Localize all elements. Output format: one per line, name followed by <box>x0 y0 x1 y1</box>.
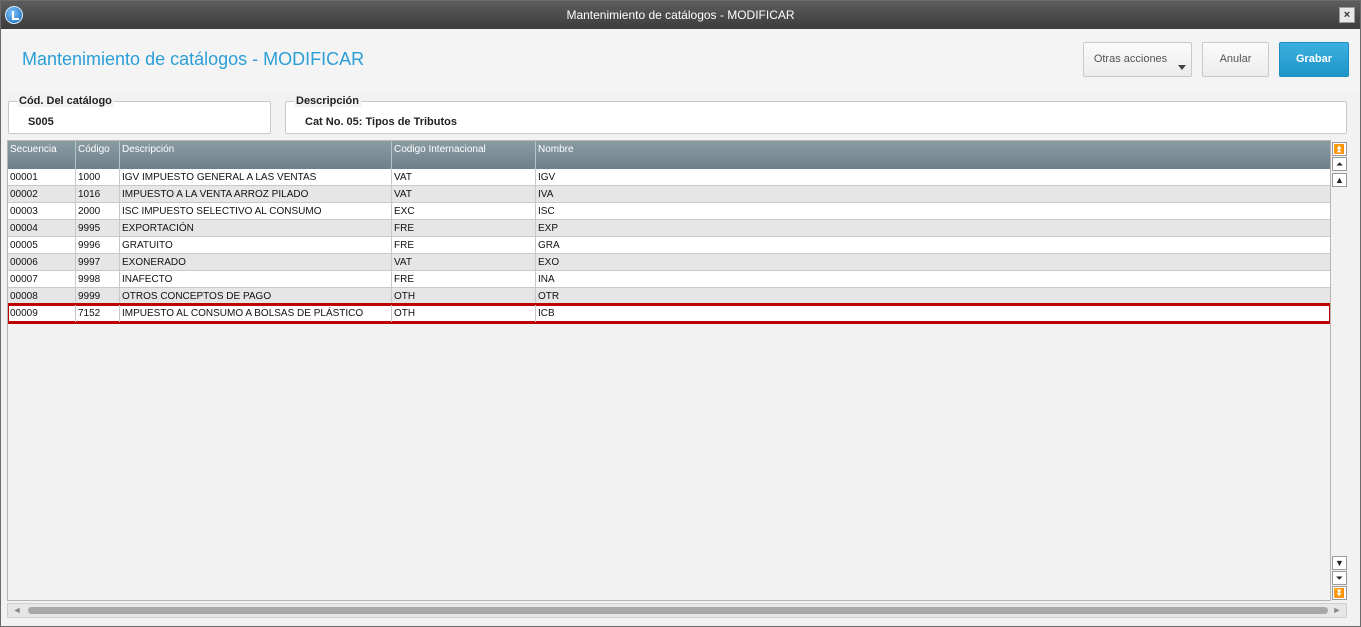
cell-descripcion[interactable]: OTROS CONCEPTOS DE PAGO <box>120 288 392 305</box>
cell-secuencia[interactable]: 00005 <box>8 237 76 254</box>
cell-descripcion[interactable]: EXONERADO <box>120 254 392 271</box>
column-header-codigo-internacional[interactable]: Codigo Internacional <box>392 141 536 169</box>
cell-secuencia[interactable]: 00006 <box>8 254 76 271</box>
cell-codigo-internacional[interactable]: FRE <box>392 271 536 288</box>
cell-codigo[interactable]: 9995 <box>76 220 120 237</box>
scroll-left-icon[interactable]: ◄ <box>10 604 24 617</box>
cell-secuencia[interactable]: 00004 <box>8 220 76 237</box>
cell-nombre[interactable]: IGV <box>536 169 1330 186</box>
cell-secuencia[interactable]: 00003 <box>8 203 76 220</box>
cell-secuencia[interactable]: 00009 <box>8 305 76 322</box>
catalog-code-field[interactable]: Cód. Del catálogo S005 <box>8 95 271 134</box>
cell-nombre[interactable]: EXO <box>536 254 1330 271</box>
close-window-button[interactable]: × <box>1339 7 1355 23</box>
page-header: Mantenimiento de catálogos - MODIFICAR O… <box>2 29 1359 91</box>
cell-descripcion[interactable]: GRATUITO <box>120 237 392 254</box>
cell-nombre[interactable]: INA <box>536 271 1330 288</box>
cell-secuencia[interactable]: 00007 <box>8 271 76 288</box>
title-bar: Mantenimiento de catálogos - MODIFICAR × <box>1 1 1360 29</box>
table-row[interactable]: 00007 9998 INAFECTO FRE INA <box>8 271 1330 288</box>
cell-descripcion[interactable]: IGV IMPUESTO GENERAL A LAS VENTAS <box>120 169 392 186</box>
cell-secuencia[interactable]: 00002 <box>8 186 76 203</box>
cell-descripcion[interactable]: IMPUESTO AL CONSUMO A BOLSAS DE PLÁSTICO <box>120 305 392 322</box>
cell-codigo[interactable]: 9998 <box>76 271 120 288</box>
cell-codigo-internacional[interactable]: VAT <box>392 169 536 186</box>
catalog-code-label: Cód. Del catálogo <box>17 95 114 107</box>
cell-codigo-internacional[interactable]: FRE <box>392 220 536 237</box>
page-title: Mantenimiento de catálogos - MODIFICAR <box>22 49 365 69</box>
table-row[interactable]: 00001 1000 IGV IMPUESTO GENERAL A LAS VENT… <box>8 169 1330 186</box>
cell-codigo-internacional[interactable]: VAT <box>392 254 536 271</box>
other-actions-button[interactable]: Otras acciones <box>1083 42 1192 77</box>
cell-nombre[interactable]: OTR <box>536 288 1330 305</box>
catalog-description-label: Descripción <box>294 95 361 107</box>
cell-nombre[interactable]: IVA <box>536 186 1330 203</box>
cell-nombre[interactable]: EXP <box>536 220 1330 237</box>
cell-codigo[interactable]: 2000 <box>76 203 120 220</box>
other-actions-label: Otras acciones <box>1093 53 1168 65</box>
scroll-bottom-icon[interactable]: ⏬ <box>1332 586 1347 600</box>
scroll-page-up-icon[interactable]: ⏶ <box>1332 157 1347 171</box>
cell-nombre[interactable]: ISC <box>536 203 1330 220</box>
vertical-scrollbar[interactable]: ⏫ ⏶ ▲ ▼ ⏷ ⏬ <box>1332 140 1347 601</box>
cell-secuencia[interactable]: 00001 <box>8 169 76 186</box>
cell-secuencia[interactable]: 00008 <box>8 288 76 305</box>
cell-codigo[interactable]: 1016 <box>76 186 120 203</box>
scroll-down-icon[interactable]: ▼ <box>1332 556 1347 570</box>
catalog-items-grid: Secuencia Código Descripción Codigo Inte… <box>7 140 1331 601</box>
cell-descripcion[interactable]: INAFECTO <box>120 271 392 288</box>
horizontal-scrollbar[interactable]: ◄ ► <box>7 603 1347 618</box>
table-row[interactable]: 00008 9999 OTROS CONCEPTOS DE PAGO OTH OTR <box>8 288 1330 305</box>
scroll-page-down-icon[interactable]: ⏷ <box>1332 571 1347 585</box>
table-row[interactable]: 00006 9997 EXONERADO VAT EXO <box>8 254 1330 271</box>
cell-descripcion[interactable]: ISC IMPUESTO SELECTIVO AL CONSUMO <box>120 203 392 220</box>
cell-codigo-internacional[interactable]: EXC <box>392 203 536 220</box>
cell-codigo[interactable]: 9999 <box>76 288 120 305</box>
catalog-description-value: Cat No. 05: Tipos de Tributos <box>305 116 457 128</box>
catalog-code-value: S005 <box>28 116 54 128</box>
cell-codigo-internacional[interactable]: OTH <box>392 288 536 305</box>
chevron-down-icon <box>1178 65 1186 70</box>
table-row[interactable]: 00004 9995 EXPORTACIÓN FRE EXP <box>8 220 1330 237</box>
catalog-window: Mantenimiento de catálogos - MODIFICAR ×… <box>0 0 1361 627</box>
table-row[interactable]: 00002 1016 IMPUESTO A LA VENTA ARROZ PILAD… <box>8 186 1330 203</box>
cell-nombre[interactable]: ICB <box>536 305 1330 322</box>
table-row[interactable]: 00003 2000 ISC IMPUESTO SELECTIVO AL CONSU… <box>8 203 1330 220</box>
catalog-description-field[interactable]: Descripción Cat No. 05: Tipos de Tributo… <box>285 95 1347 134</box>
cell-descripcion[interactable]: IMPUESTO A LA VENTA ARROZ PILADO <box>120 186 392 203</box>
scroll-right-icon[interactable]: ► <box>1330 604 1344 617</box>
cell-codigo-internacional[interactable]: FRE <box>392 237 536 254</box>
column-header-secuencia[interactable]: Secuencia <box>8 141 76 169</box>
cell-codigo[interactable]: 9996 <box>76 237 120 254</box>
cell-codigo-internacional[interactable]: OTH <box>392 305 536 322</box>
scroll-up-icon[interactable]: ▲ <box>1332 173 1347 187</box>
table-row[interactable]: 00009 7152 IMPUESTO AL CONSUMO A BOLSAS DE… <box>8 303 1330 324</box>
table-row[interactable]: 00005 9996 GRATUITO FRE GRA <box>8 237 1330 254</box>
column-header-nombre[interactable]: Nombre <box>536 141 1330 169</box>
cell-nombre[interactable]: GRA <box>536 237 1330 254</box>
cell-codigo[interactable]: 1000 <box>76 169 120 186</box>
cell-codigo[interactable]: 9997 <box>76 254 120 271</box>
cancel-button[interactable]: Anular <box>1202 42 1269 77</box>
cell-codigo-internacional[interactable]: VAT <box>392 186 536 203</box>
cell-descripcion[interactable]: EXPORTACIÓN <box>120 220 392 237</box>
window-title: Mantenimiento de catálogos - MODIFICAR <box>566 8 795 22</box>
column-header-descripcion[interactable]: Descripción <box>120 141 392 169</box>
cell-codigo[interactable]: 7152 <box>76 305 120 322</box>
scroll-top-icon[interactable]: ⏫ <box>1332 142 1347 156</box>
grid-header: Secuencia Código Descripción Codigo Inte… <box>8 141 1330 169</box>
column-header-codigo[interactable]: Código <box>76 141 120 169</box>
horizontal-scroll-thumb[interactable] <box>28 607 1328 614</box>
save-button[interactable]: Grabar <box>1279 42 1349 77</box>
